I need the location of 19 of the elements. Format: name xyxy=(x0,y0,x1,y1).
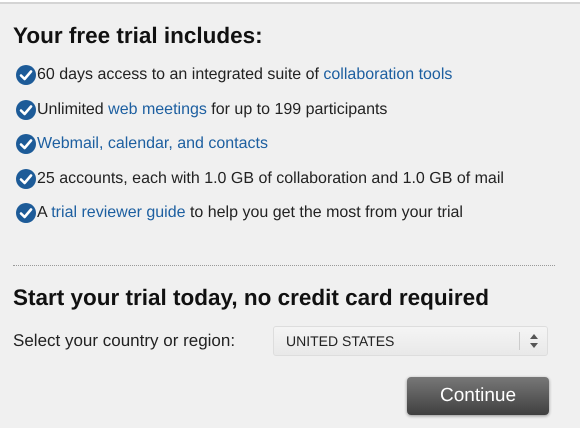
feature-text: 25 accounts, each with 1.0 GB of collaboration and 1.0 GB of mail xyxy=(37,170,504,188)
link[interactable]: web meetings xyxy=(108,100,207,118)
checkmark-icon xyxy=(16,168,36,189)
feature-text: 60 days access to an integrated suite of collaboration tools xyxy=(37,66,452,84)
section-heading: Start your trial today, no credit card required xyxy=(13,284,490,312)
continue-button[interactable]: Continue xyxy=(407,376,549,414)
checkmark-icon xyxy=(16,100,36,120)
checkmark-icon xyxy=(16,134,36,154)
country-select[interactable]: UNITED STATES xyxy=(273,326,548,356)
feature-text: Unlimited web meetings for up to 199 participants xyxy=(37,100,388,119)
link[interactable]: Webmail, calendar, and contacts xyxy=(37,135,268,152)
feature-text: A trial reviewer guide to help you get the most from your trial xyxy=(37,204,463,222)
section-heading: Your free trial includes: xyxy=(13,22,264,50)
checkmark-icon xyxy=(16,65,36,86)
country-label: Select your country or region: xyxy=(13,330,236,350)
checkmark-icon xyxy=(16,203,36,224)
up-down-arrows-icon xyxy=(529,332,539,348)
link[interactable]: collaboration tools xyxy=(323,66,452,84)
link[interactable]: trial reviewer guide xyxy=(51,204,186,222)
